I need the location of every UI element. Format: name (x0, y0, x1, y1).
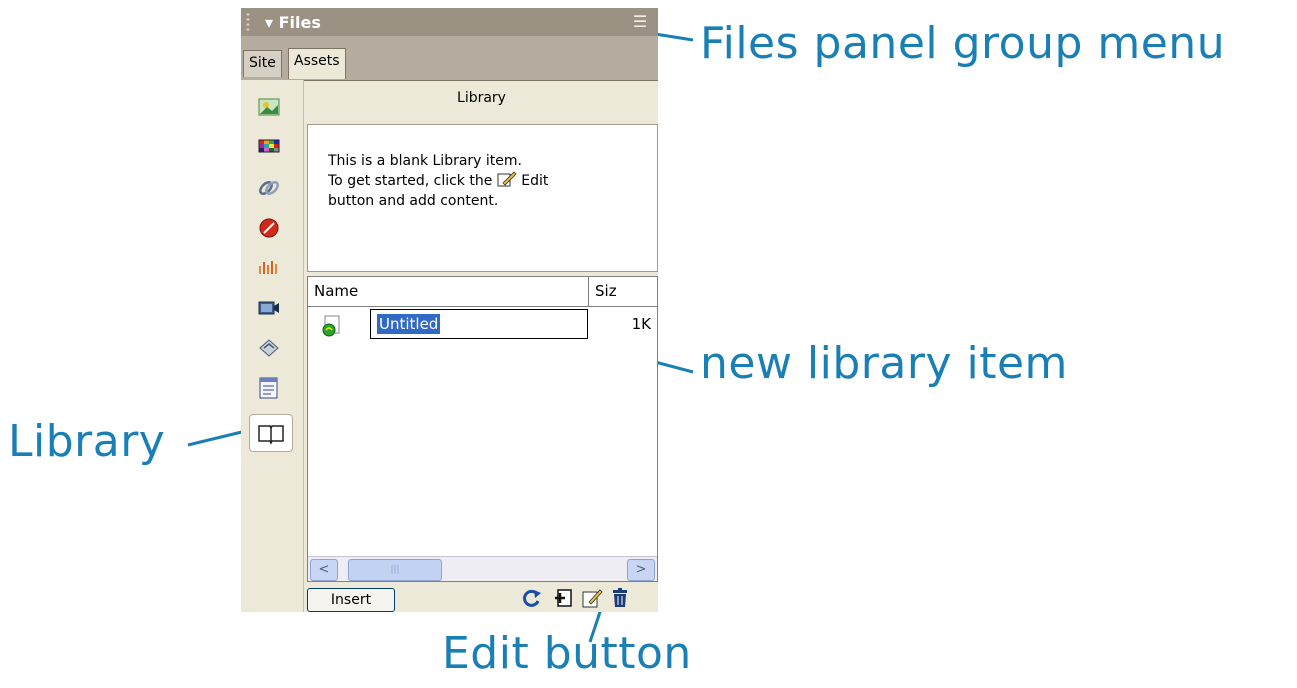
flash-icon[interactable] (257, 216, 281, 240)
panel-title[interactable]: ▾ Files (265, 13, 321, 32)
tab-assets[interactable]: Assets (288, 48, 346, 79)
preview-line-2: To get started, click the Edit (328, 171, 549, 189)
library-item-row[interactable]: Untitled 1K (308, 309, 657, 341)
options-menu-icon[interactable]: ☰ (630, 14, 650, 30)
tab-site[interactable]: Site (243, 50, 282, 77)
edit-icon[interactable] (581, 587, 603, 609)
library-bottom-bar: Insert (305, 584, 658, 612)
leader-menu (654, 32, 694, 42)
new-item-icon[interactable] (553, 587, 575, 609)
column-header-size[interactable]: Siz (589, 277, 657, 307)
templates-icon[interactable] (257, 376, 281, 400)
scripts-icon[interactable] (257, 336, 281, 360)
edit-inline-icon (497, 171, 517, 187)
refresh-icon[interactable] (521, 587, 543, 609)
movies-icon[interactable] (257, 296, 281, 320)
callout-library: Library (8, 416, 166, 467)
panel-titlebar[interactable]: ▾ Files ☰ (241, 8, 658, 36)
preview-line-3: button and add content. (328, 193, 499, 209)
preview-line-1: This is a blank Library item. (328, 153, 522, 169)
library-heading: Library (457, 90, 506, 106)
urls-icon[interactable] (257, 176, 281, 200)
library-preview: This is a blank Library item. To get sta… (307, 124, 658, 272)
callout-files-panel-group-menu: Files panel group menu (700, 18, 1226, 69)
callout-edit-button: Edit button (442, 628, 692, 679)
item-name-input[interactable]: Untitled (370, 309, 588, 339)
insert-button[interactable]: Insert (307, 588, 395, 612)
library-icon[interactable] (249, 414, 293, 452)
item-size: 1K (631, 315, 651, 333)
scroll-right-button[interactable]: > (627, 559, 655, 581)
scroll-left-button[interactable]: < (310, 559, 338, 581)
library-items-list[interactable]: Name Siz Untitled 1K < ||| > (307, 276, 658, 582)
library-pane: Library This is a blank Library item. To… (305, 80, 658, 612)
colors-icon[interactable] (257, 135, 281, 159)
column-header-name[interactable]: Name (308, 277, 589, 307)
scroll-thumb[interactable]: ||| (348, 559, 442, 581)
drag-grip-icon[interactable] (245, 12, 251, 32)
images-icon[interactable] (257, 96, 281, 120)
files-panel: ▾ Files ☰ Site Assets Library This is a … (241, 8, 658, 612)
preview-message: This is a blank Library item. To get sta… (328, 151, 548, 211)
item-name-selection[interactable]: Untitled (377, 314, 441, 334)
library-item-icon (320, 315, 342, 337)
shockwave-icon[interactable] (257, 256, 281, 280)
horizontal-scrollbar[interactable]: < ||| > (308, 556, 657, 581)
callout-new-library-item: new library item (700, 338, 1068, 389)
delete-icon[interactable] (609, 587, 631, 609)
asset-category-sidebar (241, 80, 304, 612)
panel-tabs: Site Assets (241, 36, 658, 81)
